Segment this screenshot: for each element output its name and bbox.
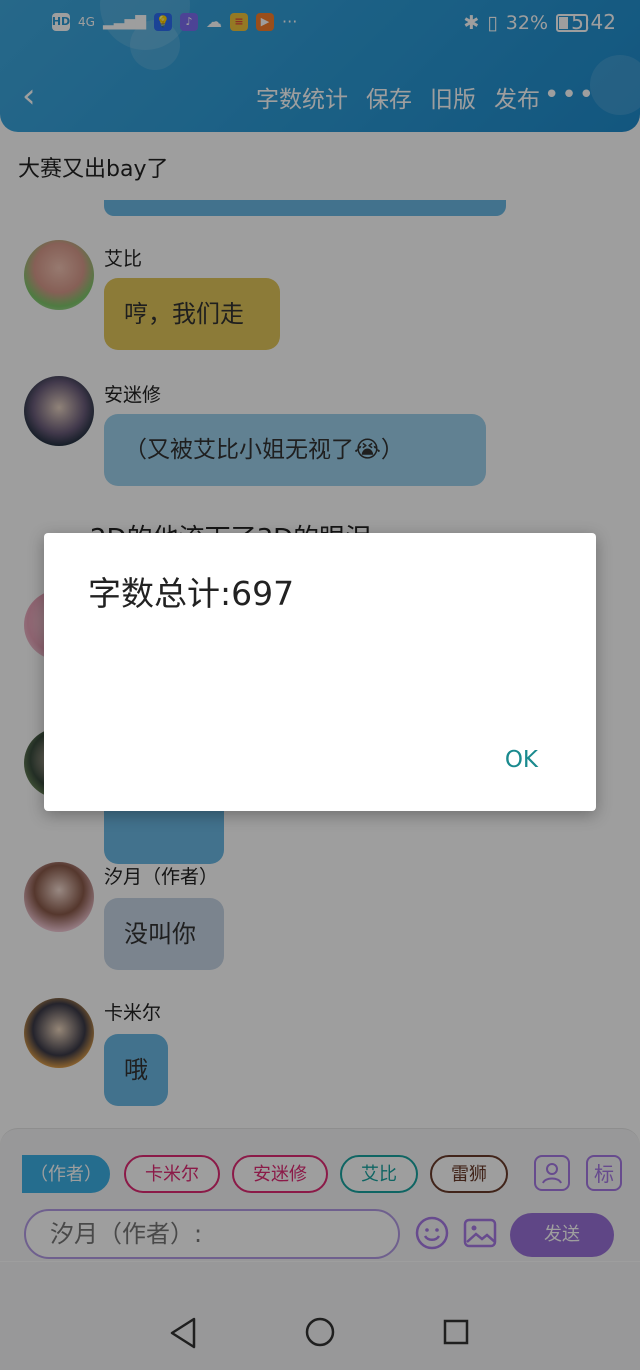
ok-button[interactable]: OK — [505, 747, 538, 773]
word-count-dialog: 字数总计:697 OK — [44, 533, 596, 811]
dialog-message: 字数总计:697 — [88, 574, 295, 613]
